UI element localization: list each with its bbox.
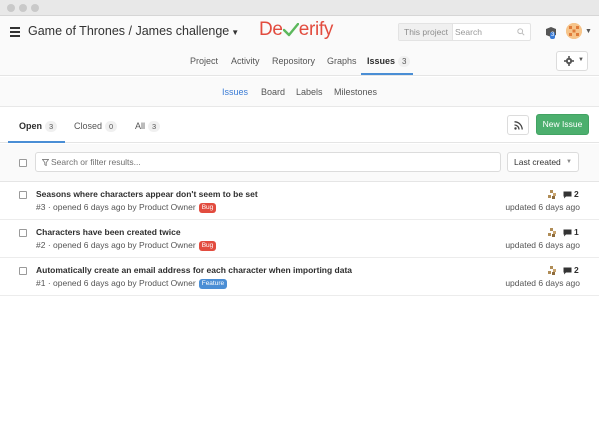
assignee-avatar-icon[interactable] <box>548 228 557 237</box>
comment-count[interactable]: 1 <box>574 227 579 237</box>
issue-meta: #1 · opened 6 days ago by Product Owner F… <box>36 278 228 289</box>
issue-checkbox[interactable] <box>19 267 27 275</box>
issue-updated: updated 6 days ago <box>505 278 580 288</box>
gear-icon <box>564 56 574 66</box>
nav-item-graphs[interactable]: Graphs <box>327 56 357 66</box>
sort-dropdown-label: Last created <box>514 157 561 167</box>
project-title[interactable]: Game of Thrones / James challenge ▼ <box>28 24 239 38</box>
nav-item-project[interactable]: Project <box>190 56 218 66</box>
todo-count-badge: 3 <box>550 32 556 39</box>
comments-icon[interactable] <box>563 267 572 275</box>
tab-all[interactable]: All 3 <box>135 121 161 132</box>
filter-search-input[interactable] <box>51 153 491 171</box>
issue-title[interactable]: Automatically create an email address fo… <box>36 265 352 275</box>
nav-active-underline <box>361 73 413 75</box>
issue-row[interactable]: Automatically create an email address fo… <box>0 258 599 296</box>
issue-meta-text: #1 · opened 6 days ago by Product Owner <box>36 278 196 288</box>
tab-active-underline <box>8 141 65 143</box>
tab-closed[interactable]: Closed 0 <box>74 121 118 132</box>
nav-item-issues-count: 3 <box>398 56 411 67</box>
tab-closed-count: 0 <box>105 121 118 132</box>
issue-meta-text: #3 · opened 6 days ago by Product Owner <box>36 202 196 212</box>
sort-dropdown[interactable]: Last created ▼ <box>507 152 579 172</box>
subnav-item-board[interactable]: Board <box>261 87 285 97</box>
chevron-down-icon: ▼ <box>566 159 572 165</box>
issue-label-bug[interactable]: Bug <box>198 203 217 213</box>
search-icon <box>517 28 525 36</box>
filter-icon <box>42 159 49 166</box>
assignee-avatar-icon[interactable] <box>548 266 557 275</box>
issue-updated: updated 6 days ago <box>505 240 580 250</box>
new-issue-button[interactable]: New Issue <box>536 114 589 135</box>
nav-item-activity[interactable]: Activity <box>231 56 260 66</box>
filter-search-box <box>35 152 501 172</box>
window-maximize-dot[interactable] <box>31 4 39 12</box>
browser-window: Game of Thrones / James challenge ▼ De eri… <box>0 0 599 447</box>
settings-dropdown-button[interactable]: ▼ <box>556 51 588 71</box>
subnav-item-issues[interactable]: Issues <box>222 87 248 97</box>
avatar-chevron-down-icon[interactable]: ▼ <box>585 28 592 35</box>
hamburger-menu-icon[interactable] <box>10 27 20 37</box>
issue-meta: #2 · opened 6 days ago by Product Owner B… <box>36 240 217 251</box>
window-titlebar <box>0 0 599 16</box>
logo-text-right: erify <box>298 19 334 40</box>
avatar-pattern-icon <box>566 23 582 39</box>
issue-row[interactable]: Characters have been created twice #2 · … <box>0 220 599 258</box>
subnav-item-milestones[interactable]: Milestones <box>334 87 377 97</box>
app-logo[interactable]: De erify <box>259 19 333 41</box>
nav-item-repository[interactable]: Repository <box>272 56 315 66</box>
project-nav: Project Activity Repository Graphs Issue… <box>0 48 599 76</box>
comment-count[interactable]: 2 <box>574 189 579 199</box>
user-avatar[interactable] <box>566 23 582 39</box>
issue-label-feature[interactable]: Feature <box>198 279 228 289</box>
tab-closed-label: Closed <box>74 121 103 131</box>
issue-row[interactable]: Seasons where characters appear don't se… <box>0 182 599 220</box>
filter-bar: Last created ▼ <box>0 144 599 182</box>
comments-icon[interactable] <box>563 229 572 237</box>
top-header: Game of Thrones / James challenge ▼ De eri… <box>0 16 599 48</box>
window-minimize-dot[interactable] <box>19 4 27 12</box>
chevron-down-icon: ▼ <box>231 28 240 37</box>
select-all-checkbox[interactable] <box>19 159 27 167</box>
issue-checkbox[interactable] <box>19 229 27 237</box>
search-box: This project <box>398 23 531 41</box>
subnav-item-labels[interactable]: Labels <box>296 87 323 97</box>
issue-title[interactable]: Seasons where characters appear don't se… <box>36 189 258 199</box>
nav-item-issues-label: Issues <box>367 56 396 66</box>
comment-count[interactable]: 2 <box>574 265 579 275</box>
comments-icon[interactable] <box>563 191 572 199</box>
issue-checkbox[interactable] <box>19 191 27 199</box>
search-input[interactable] <box>455 24 515 40</box>
window-close-dot[interactable] <box>7 4 15 12</box>
tab-open-count: 3 <box>45 121 58 132</box>
tab-all-label: All <box>135 121 146 131</box>
tab-open-label: Open <box>19 121 43 131</box>
rss-feed-button[interactable] <box>507 115 529 135</box>
issues-subnav: Issues Board Labels Milestones <box>0 77 599 107</box>
issue-meta: #3 · opened 6 days ago by Product Owner B… <box>36 202 217 213</box>
issue-label-bug[interactable]: Bug <box>198 241 217 251</box>
issue-updated: updated 6 days ago <box>505 202 580 212</box>
issue-meta-text: #2 · opened 6 days ago by Product Owner <box>36 240 196 250</box>
issue-title[interactable]: Characters have been created twice <box>36 227 181 237</box>
tab-open[interactable]: Open 3 <box>19 121 58 132</box>
tab-all-count: 3 <box>148 121 161 132</box>
assignee-avatar-icon[interactable] <box>548 190 557 199</box>
rss-icon <box>514 121 523 130</box>
logo-check-icon <box>282 23 299 37</box>
chevron-down-icon: ▼ <box>578 57 584 63</box>
nav-item-issues[interactable]: Issues 3 <box>367 56 411 67</box>
logo-text-left: De <box>259 19 283 40</box>
search-scope-label[interactable]: This project <box>399 24 453 40</box>
project-title-text: Game of Thrones / James challenge <box>28 24 230 38</box>
